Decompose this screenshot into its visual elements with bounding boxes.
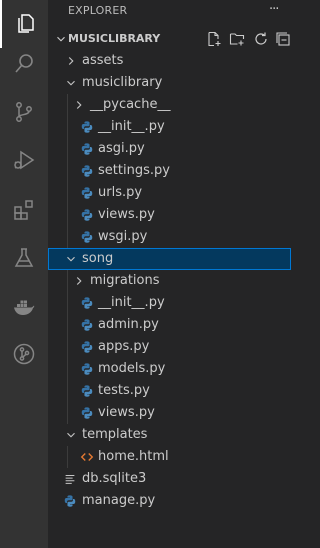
folder-label: migrations <box>90 273 160 288</box>
indent-guide <box>67 336 68 358</box>
folder-label: templates <box>82 427 148 442</box>
file-label: manage.py <box>82 493 156 508</box>
file-urls-py[interactable]: urls.py <box>48 182 291 204</box>
folder-label: __pycache__ <box>90 97 171 112</box>
file-label: views.py <box>98 207 155 222</box>
workspace-title: MUSICLIBRARY <box>68 32 161 45</box>
indent-guide <box>67 292 68 314</box>
python-file-icon <box>80 384 94 398</box>
run-debug-activity-icon[interactable] <box>0 136 48 184</box>
file-label: tests.py <box>98 383 150 398</box>
file-manage-py[interactable]: manage.py <box>48 490 291 512</box>
file-init-py[interactable]: __init__.py <box>48 292 291 314</box>
file-label: admin.py <box>98 317 159 332</box>
collapse-all-icon[interactable] <box>275 31 291 47</box>
docker-activity-icon[interactable] <box>0 282 48 330</box>
chevron-down-icon <box>64 76 78 90</box>
new-file-icon[interactable] <box>206 31 222 47</box>
indent-guide <box>67 94 68 116</box>
file-label: urls.py <box>98 185 143 200</box>
indent-guide <box>67 314 68 336</box>
file-views-py[interactable]: views.py <box>48 204 291 226</box>
file-db-sqlite3[interactable]: db.sqlite3 <box>48 468 291 490</box>
file-tests-py[interactable]: tests.py <box>48 380 291 402</box>
file-home-html[interactable]: home.html <box>48 446 291 468</box>
git-graph-activity-icon[interactable] <box>0 330 48 378</box>
folder-song[interactable]: song <box>48 248 291 270</box>
file-label: apps.py <box>98 339 150 354</box>
indent-guide <box>67 380 68 402</box>
file-init-py[interactable]: __init__.py <box>48 116 291 138</box>
python-file-icon <box>80 186 94 200</box>
file-asgi-py[interactable]: asgi.py <box>48 138 291 160</box>
file-wsgi-py[interactable]: wsgi.py <box>48 226 291 248</box>
folder-label: assets <box>82 53 124 68</box>
folder-musiclibrary[interactable]: musiclibrary <box>48 72 291 94</box>
folder-templates[interactable]: templates <box>48 424 291 446</box>
file-label: db.sqlite3 <box>82 471 147 486</box>
file-label: wsgi.py <box>98 229 148 244</box>
activity-bar <box>0 0 48 548</box>
new-folder-icon[interactable] <box>229 31 245 47</box>
file-label: __init__.py <box>98 119 165 134</box>
python-file-icon <box>80 362 94 376</box>
indent-guide <box>67 204 68 226</box>
explorer-header: EXPLORER ··· <box>48 0 291 22</box>
explorer-sidebar: EXPLORER ··· MUSICLIBRARY assets musicli… <box>48 0 291 548</box>
folder-label: song <box>82 251 114 266</box>
indent-guide <box>67 446 68 468</box>
source-control-activity-icon[interactable] <box>0 88 48 136</box>
indent-guide <box>67 270 68 292</box>
folder-migrations[interactable]: migrations <box>48 270 291 292</box>
python-file-icon <box>80 340 94 354</box>
extensions-activity-icon[interactable] <box>0 186 48 234</box>
python-file-icon <box>80 318 94 332</box>
python-file-icon <box>80 296 94 310</box>
python-file-icon <box>80 208 94 222</box>
explorer-title: EXPLORER <box>68 4 128 17</box>
indent-guide <box>67 402 68 424</box>
refresh-icon[interactable] <box>253 31 269 47</box>
search-activity-icon[interactable] <box>0 40 48 88</box>
indent-guide <box>67 182 68 204</box>
indent-guide <box>67 160 68 182</box>
python-file-icon <box>63 494 77 508</box>
indent-guide <box>67 116 68 138</box>
file-tree: assets musiclibrary __pycache__ __init__.py… <box>48 50 291 512</box>
chevron-down-icon <box>64 428 78 442</box>
python-file-icon <box>80 406 94 420</box>
text-file-icon <box>63 472 77 486</box>
chevron-right-icon <box>64 54 78 68</box>
chevron-down-icon <box>64 252 78 266</box>
file-admin-py[interactable]: admin.py <box>48 314 291 336</box>
file-models-py[interactable]: models.py <box>48 358 291 380</box>
chevron-right-icon <box>72 274 86 288</box>
indent-guide <box>67 226 68 248</box>
file-label: views.py <box>98 405 155 420</box>
file-label: settings.py <box>98 163 170 178</box>
file-label: home.html <box>98 449 169 464</box>
folder-assets[interactable]: assets <box>48 50 291 72</box>
chevron-right-icon <box>72 98 86 112</box>
file-label: asgi.py <box>98 141 145 156</box>
indent-guide <box>67 358 68 380</box>
more-actions-icon[interactable]: ··· <box>269 2 279 17</box>
python-file-icon <box>80 120 94 134</box>
file-label: models.py <box>98 361 166 376</box>
file-settings-py[interactable]: settings.py <box>48 160 291 182</box>
python-file-icon <box>80 230 94 244</box>
python-file-icon <box>80 142 94 156</box>
file-apps-py[interactable]: apps.py <box>48 336 291 358</box>
indent-guide <box>67 138 68 160</box>
chevron-down-icon <box>57 36 65 42</box>
file-views-py[interactable]: views.py <box>48 402 291 424</box>
file-label: __init__.py <box>98 295 165 310</box>
html-file-icon <box>80 450 94 464</box>
folder-pycache[interactable]: __pycache__ <box>48 94 291 116</box>
folder-label: musiclibrary <box>82 75 163 90</box>
testing-activity-icon[interactable] <box>0 234 48 282</box>
python-file-icon <box>80 164 94 178</box>
